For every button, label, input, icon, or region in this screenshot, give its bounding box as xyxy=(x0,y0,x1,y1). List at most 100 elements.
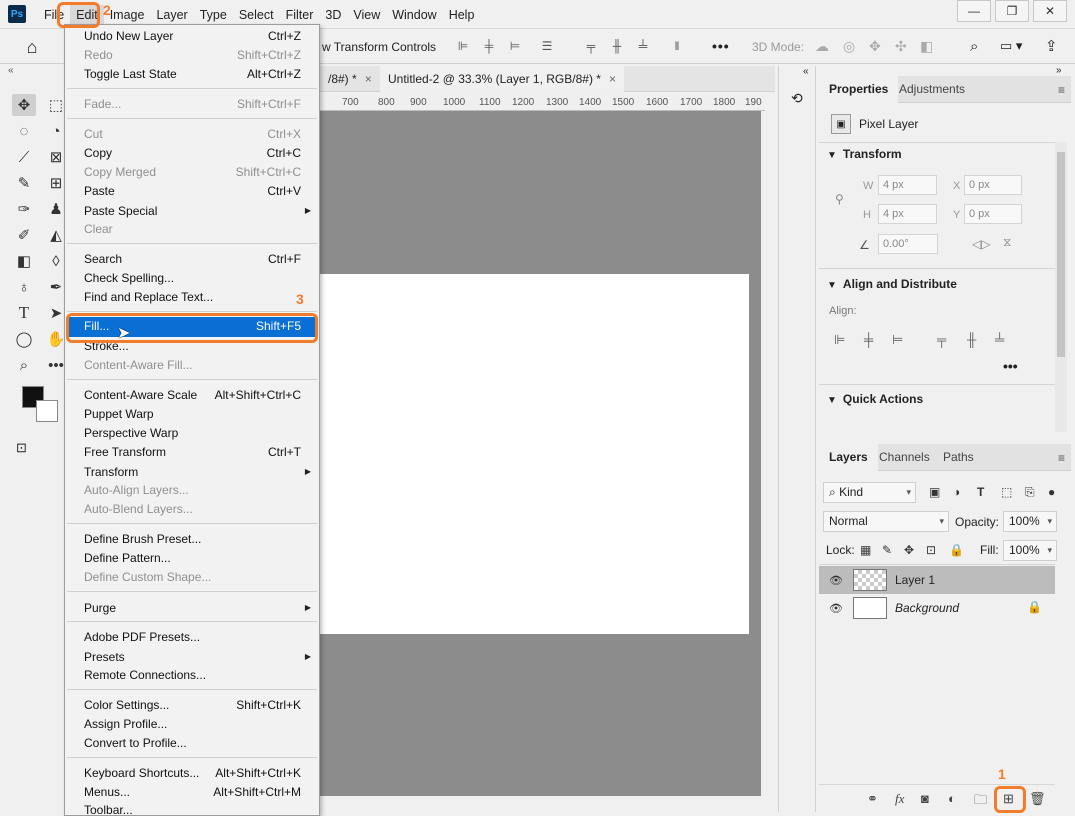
tab-paths[interactable]: Paths xyxy=(933,444,984,471)
pen-freeform-tool-icon[interactable]: ⟋ xyxy=(12,146,36,168)
filter-smart-object-icon[interactable]: ⎘ xyxy=(1025,485,1035,500)
document-canvas[interactable] xyxy=(320,274,749,634)
maximize-button[interactable]: ❐ xyxy=(995,0,1029,22)
align-left-edges-icon[interactable]: ⊫ xyxy=(456,39,470,53)
menu-item-content-aware-scale[interactable]: Content-Aware Scale Alt+Shift+Ctrl+C xyxy=(67,386,317,405)
more-options-icon[interactable]: ••• xyxy=(1003,358,1018,374)
ellipse-tool-icon[interactable]: ◯ xyxy=(12,328,36,350)
close-icon[interactable]: × xyxy=(365,72,372,86)
zoom-tool-icon[interactable]: ⌕ xyxy=(12,354,36,376)
menu-item-puppet-warp[interactable]: Puppet Warp xyxy=(67,405,317,424)
menu-window[interactable]: Window xyxy=(386,5,442,25)
add-mask-icon[interactable]: ◙ xyxy=(921,791,929,806)
menu-help[interactable]: Help xyxy=(443,5,481,25)
panel-menu-icon[interactable]: ≡ xyxy=(1058,451,1065,465)
distribute-horizontal-icon[interactable]: ‖ xyxy=(670,39,684,53)
menu-filter[interactable]: Filter xyxy=(280,5,320,25)
expand-panels-icon[interactable]: » xyxy=(1056,65,1062,76)
gradient-tool-icon[interactable]: ◧ xyxy=(12,250,36,272)
lock-all-icon[interactable]: 🔒 xyxy=(949,543,964,557)
visibility-eye-icon[interactable]: 👁 xyxy=(829,602,843,615)
tab-untitled-1[interactable]: /8#) * × xyxy=(320,66,380,92)
lock-position-icon[interactable]: ✥ xyxy=(904,543,914,557)
layer-row-layer-1[interactable]: 👁 Layer 1 xyxy=(819,566,1055,594)
distribute-vertical-icon[interactable]: ☰ xyxy=(540,39,554,53)
drag-3d-icon[interactable]: ✥ xyxy=(869,38,881,55)
menu-item-paste[interactable]: Paste Ctrl+V xyxy=(67,182,317,201)
filter-pixel-icon[interactable]: ▣ xyxy=(929,485,940,499)
layer-style-fx-icon[interactable]: fx xyxy=(895,791,904,807)
menu-item-find-replace[interactable]: Find and Replace Text... xyxy=(67,288,317,307)
filter-type-icon[interactable]: T xyxy=(977,485,984,499)
opacity-field[interactable]: 100% ▾ xyxy=(1003,511,1057,532)
workspace-icon[interactable]: ▭ ▾ xyxy=(1000,38,1022,54)
layer-row-background[interactable]: 👁 Background 🔒 xyxy=(819,594,1055,622)
menu-item-search[interactable]: Search Ctrl+F xyxy=(67,250,317,269)
menu-item-purge[interactable]: Purge ▶ xyxy=(67,599,317,618)
canvas-area[interactable] xyxy=(320,111,761,796)
tab-properties[interactable]: Properties xyxy=(819,76,899,103)
panel-menu-icon[interactable]: ≡ xyxy=(1058,83,1065,97)
menu-item-convert-profile[interactable]: Convert to Profile... xyxy=(67,734,317,753)
align-horizontal-centers-icon[interactable]: ╪ xyxy=(482,39,496,53)
brush-tool-icon[interactable]: ✑ xyxy=(12,198,36,220)
menu-select[interactable]: Select xyxy=(233,5,280,25)
layer-filter-kind-select[interactable]: ⌕ Kind ▾ xyxy=(823,482,916,503)
menu-item-toolbar[interactable]: Toolbar... xyxy=(67,801,317,815)
align-middle-icon[interactable]: ╫ xyxy=(967,332,976,347)
align-top-edges-icon[interactable]: ╤ xyxy=(584,39,598,53)
tab-untitled-2[interactable]: Untitled-2 @ 33.3% (Layer 1, RGB/8#) * × xyxy=(380,66,624,92)
menu-item-free-transform[interactable]: Free Transform Ctrl+T xyxy=(67,443,317,462)
lock-image-icon[interactable]: ✎ xyxy=(882,543,892,557)
menu-item-define-brush[interactable]: Define Brush Preset... xyxy=(67,530,317,549)
home-icon[interactable]: ⌂ xyxy=(20,37,44,57)
align-right-icon[interactable]: ⊨ xyxy=(892,332,903,348)
menu-item-presets[interactable]: Presets ▶ xyxy=(67,648,317,667)
align-section-header[interactable]: ▼ Align and Distribute xyxy=(827,277,957,291)
orbit-3d-icon[interactable]: ☁ xyxy=(815,38,829,55)
close-button[interactable]: ✕ xyxy=(1033,0,1067,22)
menu-type[interactable]: Type xyxy=(194,5,233,25)
scale-3d-icon[interactable]: ◧ xyxy=(920,38,933,55)
menu-item-assign-profile[interactable]: Assign Profile... xyxy=(67,715,317,734)
vertical-scrollbar[interactable] xyxy=(761,111,775,796)
filter-adjustment-icon[interactable]: ◑ xyxy=(953,485,960,499)
flip-horizontal-icon[interactable]: ◁▷ xyxy=(972,237,990,251)
menu-item-undo-new-layer[interactable]: Undo New Layer Ctrl+Z xyxy=(67,27,317,46)
align-right-edges-icon[interactable]: ⊨ xyxy=(508,39,522,53)
angle-field[interactable]: 0.00° xyxy=(878,234,938,254)
align-vertical-centers-icon[interactable]: ╫ xyxy=(610,39,624,53)
minimize-button[interactable]: — xyxy=(957,0,991,22)
blend-mode-select[interactable]: Normal ▾ xyxy=(823,511,949,532)
x-field[interactable]: 0 px xyxy=(964,175,1022,195)
fill-field[interactable]: 100% ▾ xyxy=(1003,540,1057,561)
menu-item-pdf-presets[interactable]: Adobe PDF Presets... xyxy=(67,628,317,647)
menu-item-keyboard-shortcuts[interactable]: Keyboard Shortcuts... Alt+Shift+Ctrl+K xyxy=(67,764,317,783)
filter-toggle-icon[interactable]: ● xyxy=(1048,485,1055,499)
delete-layer-icon[interactable]: 🗑 xyxy=(1029,791,1046,807)
show-transform-controls-label[interactable]: w Transform Controls xyxy=(322,40,436,54)
align-bottom-icon[interactable]: ╧ xyxy=(995,332,1004,347)
lock-icon[interactable]: 🔒 xyxy=(1027,600,1042,614)
search-icon[interactable]: ⌕ xyxy=(970,38,978,55)
menu-layer[interactable]: Layer xyxy=(150,5,193,25)
lock-transparent-icon[interactable]: ▦ xyxy=(860,543,871,557)
menu-item-perspective-warp[interactable]: Perspective Warp xyxy=(67,424,317,443)
dodge-tool-icon[interactable]: ♁ xyxy=(12,276,36,298)
menu-3d[interactable]: 3D xyxy=(319,5,347,25)
horizontal-scrollbar[interactable] xyxy=(320,796,761,810)
slide-3d-icon[interactable]: ✣ xyxy=(895,38,907,55)
tab-adjustments[interactable]: Adjustments xyxy=(889,76,975,103)
visibility-eye-icon[interactable]: 👁 xyxy=(829,574,843,587)
link-layers-icon[interactable]: ⚭ xyxy=(867,791,878,807)
transform-section-header[interactable]: ▼ Transform xyxy=(827,147,902,161)
type-tool-icon[interactable]: T xyxy=(12,302,36,324)
menu-item-copy[interactable]: Copy Ctrl+C xyxy=(67,144,317,163)
link-icon[interactable]: ⚲ xyxy=(835,192,844,206)
new-group-icon[interactable]: 🗀 xyxy=(974,791,987,813)
share-icon[interactable]: ⇪ xyxy=(1045,37,1058,55)
menu-view[interactable]: View xyxy=(347,5,386,25)
menu-item-define-pattern[interactable]: Define Pattern... xyxy=(67,549,317,568)
menu-item-check-spelling[interactable]: Check Spelling... xyxy=(67,269,317,288)
eyedropper-tool-icon[interactable]: ✎ xyxy=(12,172,36,194)
